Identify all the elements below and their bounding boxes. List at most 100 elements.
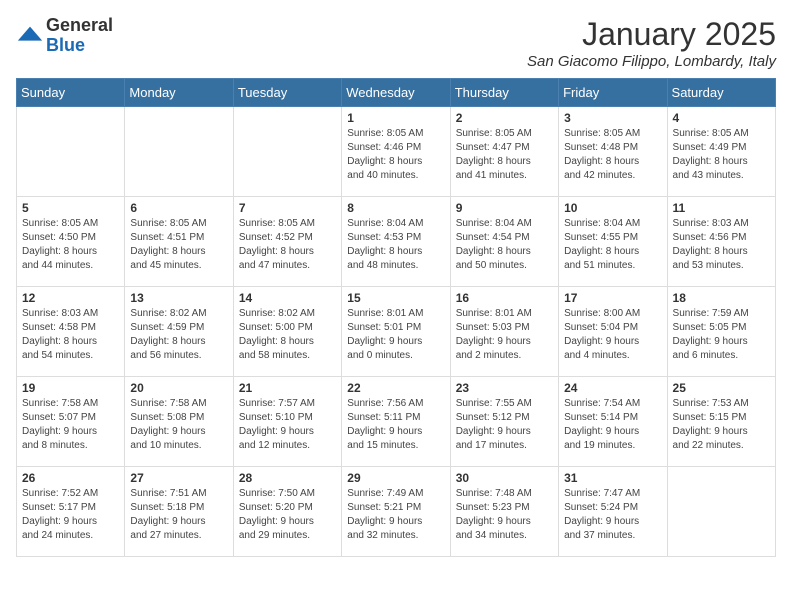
day-info: Sunrise: 8:00 AM Sunset: 5:04 PM Dayligh… — [564, 307, 661, 363]
logo-general: General — [46, 16, 113, 36]
day-info: Sunrise: 7:59 AM Sunset: 5:05 PM Dayligh… — [673, 307, 770, 363]
empty-cell — [125, 107, 233, 197]
day-info: Sunrise: 7:57 AM Sunset: 5:10 PM Dayligh… — [239, 397, 336, 453]
day-header-saturday: Saturday — [667, 79, 775, 107]
day-number: 23 — [456, 381, 553, 395]
day-header-thursday: Thursday — [450, 79, 558, 107]
month-title: January 2025 — [527, 16, 776, 53]
day-info: Sunrise: 7:58 AM Sunset: 5:08 PM Dayligh… — [130, 397, 227, 453]
day-cell-17: 17 Sunrise: 8:00 AM Sunset: 5:04 PM Dayli… — [559, 287, 667, 377]
day-number: 31 — [564, 471, 661, 485]
day-number: 20 — [130, 381, 227, 395]
day-number: 30 — [456, 471, 553, 485]
day-info: Sunrise: 7:49 AM Sunset: 5:21 PM Dayligh… — [347, 487, 444, 543]
day-cell-30: 30 Sunrise: 7:48 AM Sunset: 5:23 PM Dayli… — [450, 467, 558, 557]
day-number: 8 — [347, 201, 444, 215]
day-number: 10 — [564, 201, 661, 215]
day-header-monday: Monday — [125, 79, 233, 107]
day-info: Sunrise: 8:02 AM Sunset: 5:00 PM Dayligh… — [239, 307, 336, 363]
day-number: 14 — [239, 291, 336, 305]
day-cell-15: 15Sunrise: 8:01 AM Sunset: 5:01 PM Dayli… — [342, 287, 450, 377]
week-row-5: 26 Sunrise: 7:52 AM Sunset: 5:17 PM Dayli… — [17, 467, 776, 557]
day-info: Sunrise: 8:01 AM Sunset: 5:01 PM Dayligh… — [347, 307, 444, 363]
day-info: Sunrise: 8:01 AM Sunset: 5:03 PM Dayligh… — [456, 307, 553, 363]
day-info: Sunrise: 8:05 AM Sunset: 4:47 PM Dayligh… — [456, 127, 553, 183]
day-number: 21 — [239, 381, 336, 395]
day-cell-21: 21 Sunrise: 7:57 AM Sunset: 5:10 PM Dayli… — [233, 377, 341, 467]
week-row-2: 5 Sunrise: 8:05 AM Sunset: 4:50 PM Daylig… — [17, 197, 776, 287]
day-info: Sunrise: 7:47 AM Sunset: 5:24 PM Dayligh… — [564, 487, 661, 543]
day-info: Sunrise: 7:53 AM Sunset: 5:15 PM Dayligh… — [673, 397, 770, 453]
day-cell-14: 14 Sunrise: 8:02 AM Sunset: 5:00 PM Dayli… — [233, 287, 341, 377]
day-info: Sunrise: 8:05 AM Sunset: 4:51 PM Dayligh… — [130, 217, 227, 273]
day-cell-29: 29 Sunrise: 7:49 AM Sunset: 5:21 PM Dayli… — [342, 467, 450, 557]
day-info: Sunrise: 7:51 AM Sunset: 5:18 PM Dayligh… — [130, 487, 227, 543]
day-number: 16 — [456, 291, 553, 305]
day-number: 25 — [673, 381, 770, 395]
day-info: Sunrise: 7:56 AM Sunset: 5:11 PM Dayligh… — [347, 397, 444, 453]
day-number: 26 — [22, 471, 119, 485]
day-cell-7: 7 Sunrise: 8:05 AM Sunset: 4:52 PM Daylig… — [233, 197, 341, 287]
day-number: 6 — [130, 201, 227, 215]
day-cell-6: 6 Sunrise: 8:05 AM Sunset: 4:51 PM Daylig… — [125, 197, 233, 287]
day-cell-26: 26 Sunrise: 7:52 AM Sunset: 5:17 PM Dayli… — [17, 467, 125, 557]
day-cell-16: 16 Sunrise: 8:01 AM Sunset: 5:03 PM Dayli… — [450, 287, 558, 377]
day-cell-31: 31 Sunrise: 7:47 AM Sunset: 5:24 PM Dayli… — [559, 467, 667, 557]
day-cell-23: 23 Sunrise: 7:55 AM Sunset: 5:12 PM Dayli… — [450, 377, 558, 467]
page-header: General Blue January 2025 San Giacomo Fi… — [16, 16, 776, 70]
day-cell-12: 12Sunrise: 8:03 AM Sunset: 4:58 PM Dayli… — [17, 287, 125, 377]
day-info: Sunrise: 8:05 AM Sunset: 4:49 PM Dayligh… — [673, 127, 770, 183]
day-number: 22 — [347, 381, 444, 395]
day-info: Sunrise: 7:48 AM Sunset: 5:23 PM Dayligh… — [456, 487, 553, 543]
day-cell-11: 11 Sunrise: 8:03 AM Sunset: 4:56 PM Dayli… — [667, 197, 775, 287]
day-info: Sunrise: 7:54 AM Sunset: 5:14 PM Dayligh… — [564, 397, 661, 453]
day-number: 5 — [22, 201, 119, 215]
week-row-4: 19Sunrise: 7:58 AM Sunset: 5:07 PM Dayli… — [17, 377, 776, 467]
logo-blue: Blue — [46, 36, 113, 56]
day-info: Sunrise: 8:03 AM Sunset: 4:56 PM Dayligh… — [673, 217, 770, 273]
day-cell-27: 27 Sunrise: 7:51 AM Sunset: 5:18 PM Dayli… — [125, 467, 233, 557]
day-info: Sunrise: 8:05 AM Sunset: 4:46 PM Dayligh… — [347, 127, 444, 183]
day-number: 13 — [130, 291, 227, 305]
day-number: 7 — [239, 201, 336, 215]
day-info: Sunrise: 7:55 AM Sunset: 5:12 PM Dayligh… — [456, 397, 553, 453]
day-cell-20: 20 Sunrise: 7:58 AM Sunset: 5:08 PM Dayli… — [125, 377, 233, 467]
day-info: Sunrise: 8:05 AM Sunset: 4:52 PM Dayligh… — [239, 217, 336, 273]
day-number: 11 — [673, 201, 770, 215]
day-info: Sunrise: 8:05 AM Sunset: 4:50 PM Dayligh… — [22, 217, 119, 273]
day-info: Sunrise: 7:52 AM Sunset: 5:17 PM Dayligh… — [22, 487, 119, 543]
day-cell-4: 4 Sunrise: 8:05 AM Sunset: 4:49 PM Daylig… — [667, 107, 775, 197]
day-cell-24: 24 Sunrise: 7:54 AM Sunset: 5:14 PM Dayli… — [559, 377, 667, 467]
day-number: 1 — [347, 111, 444, 125]
day-cell-5: 5 Sunrise: 8:05 AM Sunset: 4:50 PM Daylig… — [17, 197, 125, 287]
empty-cell — [667, 467, 775, 557]
day-number: 27 — [130, 471, 227, 485]
location: San Giacomo Filippo, Lombardy, Italy — [527, 53, 776, 70]
empty-cell — [233, 107, 341, 197]
day-number: 3 — [564, 111, 661, 125]
day-number: 28 — [239, 471, 336, 485]
logo-text: General Blue — [46, 16, 113, 56]
day-number: 24 — [564, 381, 661, 395]
day-number: 29 — [347, 471, 444, 485]
day-number: 4 — [673, 111, 770, 125]
logo-icon — [16, 22, 44, 50]
day-number: 12 — [22, 291, 119, 305]
day-number: 2 — [456, 111, 553, 125]
day-number: 19 — [22, 381, 119, 395]
day-number: 17 — [564, 291, 661, 305]
day-info: Sunrise: 8:05 AM Sunset: 4:48 PM Dayligh… — [564, 127, 661, 183]
day-number: 18 — [673, 291, 770, 305]
day-cell-1: 1 Sunrise: 8:05 AM Sunset: 4:46 PM Daylig… — [342, 107, 450, 197]
logo: General Blue — [16, 16, 113, 56]
day-info: Sunrise: 7:50 AM Sunset: 5:20 PM Dayligh… — [239, 487, 336, 543]
day-header-wednesday: Wednesday — [342, 79, 450, 107]
day-cell-18: 18 Sunrise: 7:59 AM Sunset: 5:05 PM Dayli… — [667, 287, 775, 377]
day-number: 9 — [456, 201, 553, 215]
day-cell-3: 3 Sunrise: 8:05 AM Sunset: 4:48 PM Daylig… — [559, 107, 667, 197]
day-cell-8: 8Sunrise: 8:04 AM Sunset: 4:53 PM Daylig… — [342, 197, 450, 287]
day-info: Sunrise: 8:02 AM Sunset: 4:59 PM Dayligh… — [130, 307, 227, 363]
header-row: SundayMondayTuesdayWednesdayThursdayFrid… — [17, 79, 776, 107]
day-cell-10: 10Sunrise: 8:04 AM Sunset: 4:55 PM Dayli… — [559, 197, 667, 287]
day-cell-19: 19Sunrise: 7:58 AM Sunset: 5:07 PM Dayli… — [17, 377, 125, 467]
